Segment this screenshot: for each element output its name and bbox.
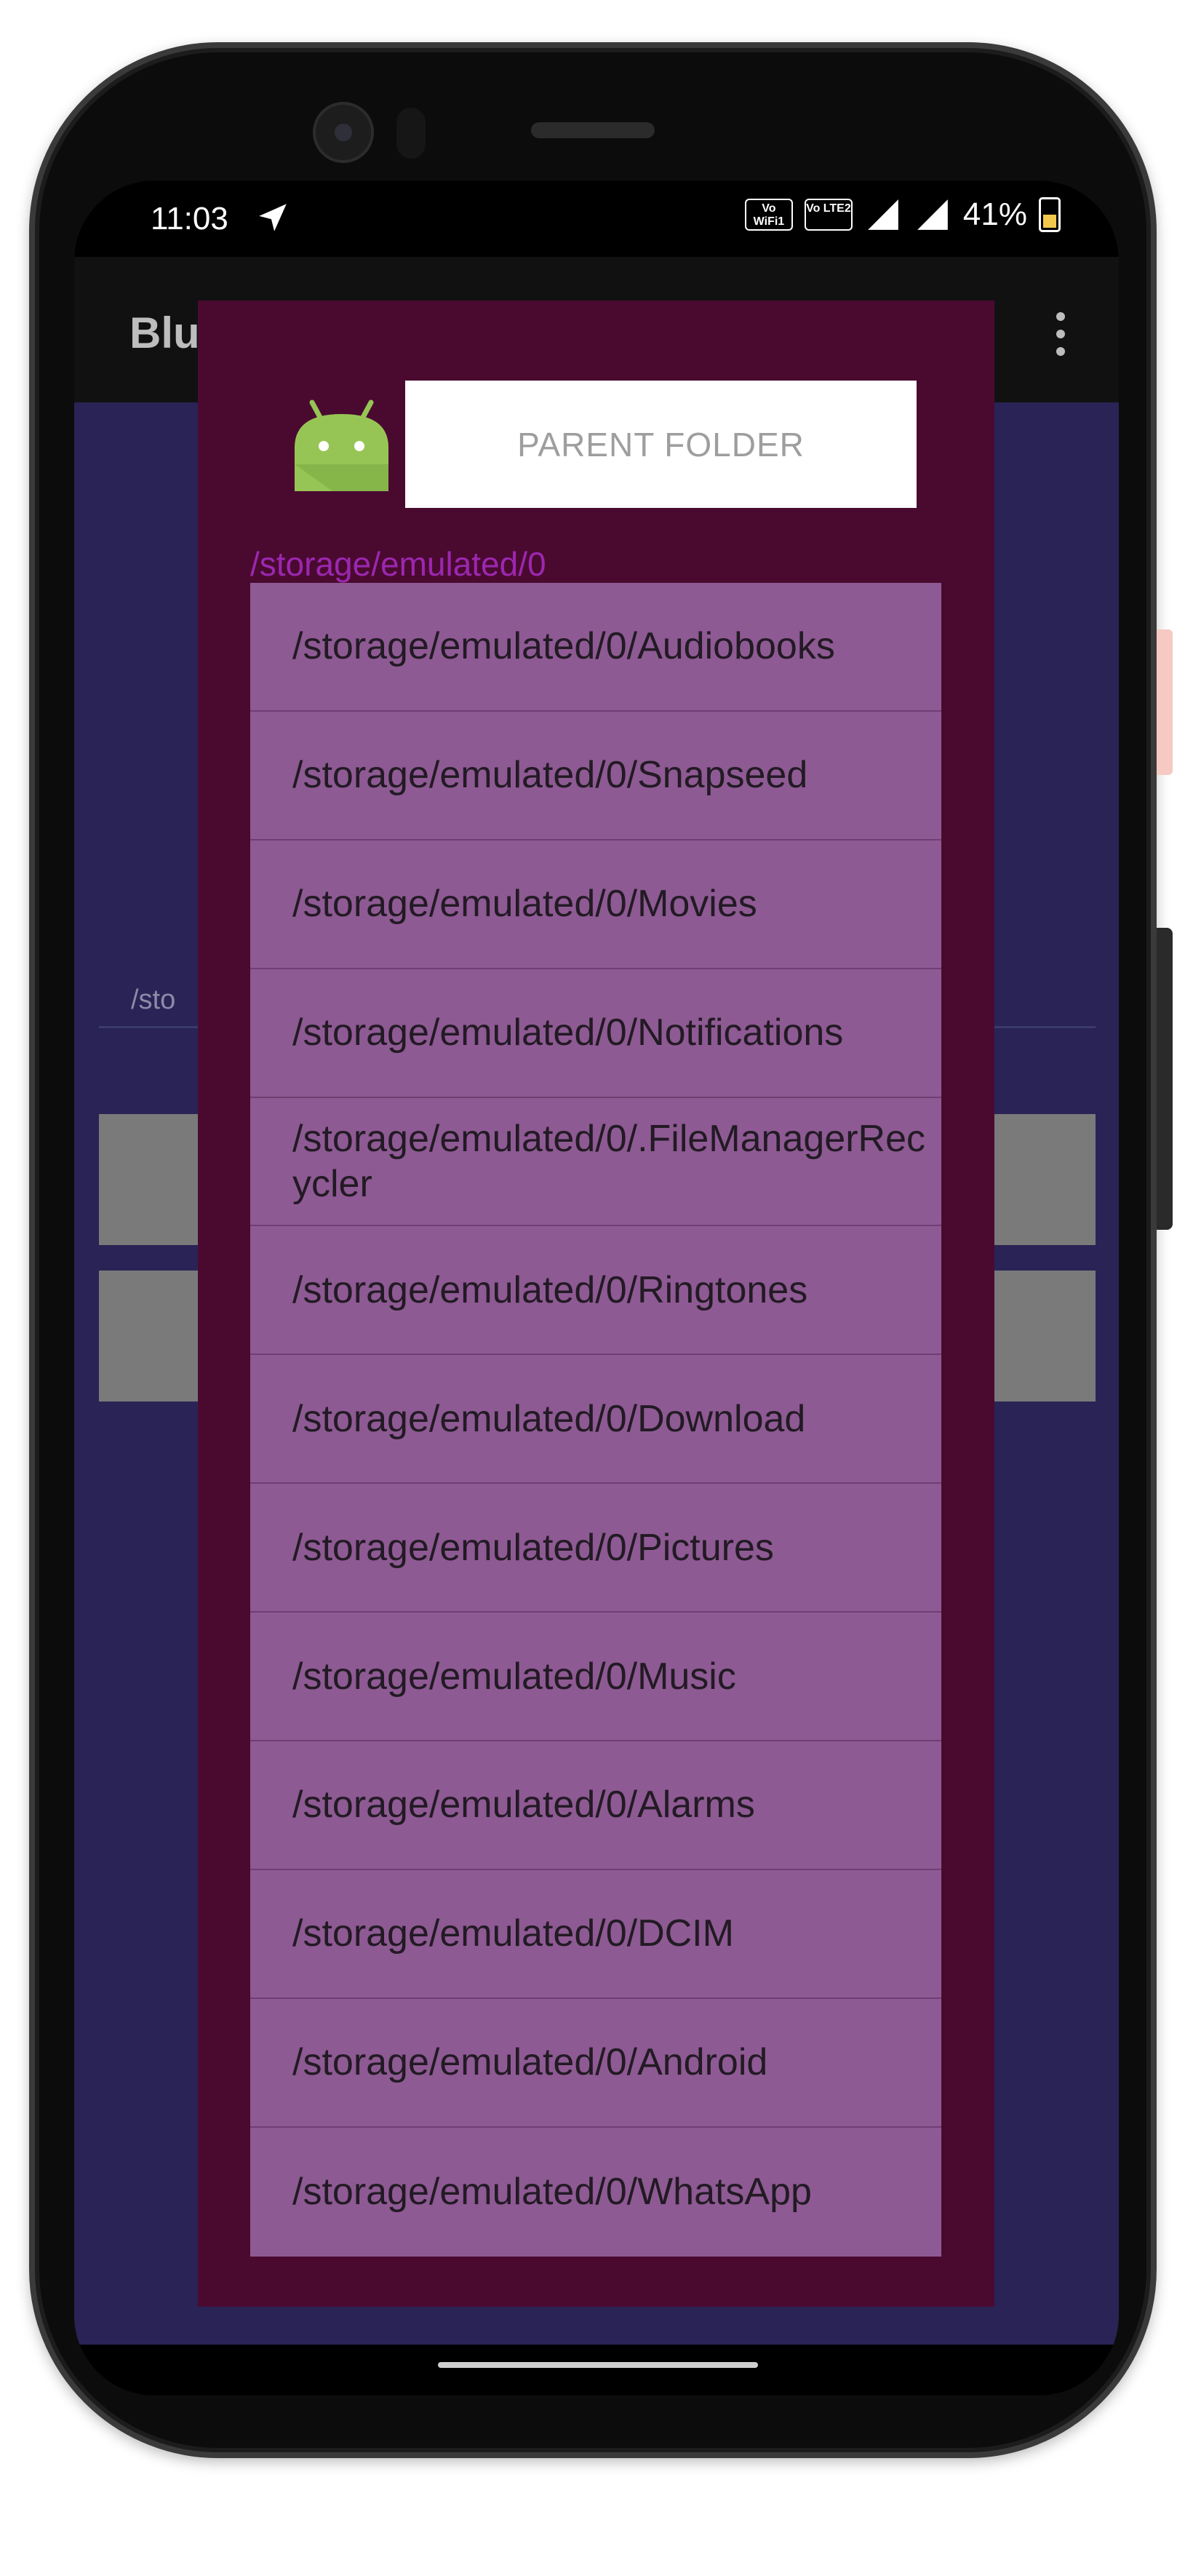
folder-item[interactable]: /storage/emulated/0/Music bbox=[250, 1613, 941, 1742]
battery-percent: 41% bbox=[962, 196, 1027, 232]
folder-list[interactable]: /storage/emulated/0/Audiobooks /storage/… bbox=[250, 583, 941, 2257]
folder-item[interactable]: /storage/emulated/0/DCIM bbox=[250, 1870, 941, 1999]
app-title: Blu bbox=[129, 309, 200, 357]
parent-folder-button[interactable]: PARENT FOLDER bbox=[405, 381, 917, 508]
signal-icon bbox=[917, 199, 948, 230]
lte-icon: Vo LTE2 bbox=[804, 199, 853, 231]
signal-icon bbox=[868, 199, 898, 230]
navigation-arrow-icon bbox=[259, 204, 287, 231]
earpiece-speaker bbox=[531, 122, 655, 138]
android-icon bbox=[295, 399, 388, 491]
folder-item[interactable]: /storage/emulated/0/.FileManagerRecycler bbox=[250, 1098, 941, 1227]
current-path-label: /storage/emulated/0 bbox=[250, 545, 546, 583]
folder-item[interactable]: /storage/emulated/0/Android bbox=[250, 1999, 941, 2128]
gesture-nav-handle[interactable] bbox=[74, 2345, 1119, 2396]
battery-icon bbox=[1039, 197, 1061, 232]
front-camera bbox=[313, 102, 374, 163]
folder-picker-dialog: PARENT FOLDER /storage/emulated/0 /stora… bbox=[198, 301, 994, 2307]
folder-item[interactable]: /storage/emulated/0/Pictures bbox=[250, 1484, 941, 1613]
folder-item[interactable]: /storage/emulated/0/WhatsApp bbox=[250, 2128, 941, 2257]
power-button bbox=[1157, 928, 1173, 1230]
folder-item[interactable]: /storage/emulated/0/Download bbox=[250, 1355, 941, 1484]
status-bar: 11:03 Vo WiFi1 Vo LTE2 41% bbox=[74, 180, 1119, 257]
status-time: 11:03 bbox=[151, 201, 228, 236]
screen: 11:03 Vo WiFi1 Vo LTE2 41% Blu /sto PARE… bbox=[74, 180, 1119, 2396]
volume-button bbox=[1157, 629, 1173, 775]
wifi-calling-icon: Vo WiFi1 bbox=[744, 199, 793, 231]
proximity-sensor bbox=[396, 108, 426, 159]
folder-item[interactable]: /storage/emulated/0/Snapseed bbox=[250, 712, 941, 840]
folder-item[interactable]: /storage/emulated/0/Ringtones bbox=[250, 1226, 941, 1356]
status-icons: Vo WiFi1 Vo LTE2 41% bbox=[744, 196, 1061, 233]
folder-item[interactable]: /storage/emulated/0/Alarms bbox=[250, 1741, 941, 1870]
folder-item[interactable]: /storage/emulated/0/Notifications bbox=[250, 969, 941, 1098]
folder-item[interactable]: /storage/emulated/0/Movies bbox=[250, 840, 941, 969]
overflow-menu-icon[interactable] bbox=[1055, 312, 1066, 356]
folder-item[interactable]: /storage/emulated/0/Audiobooks bbox=[250, 583, 941, 712]
